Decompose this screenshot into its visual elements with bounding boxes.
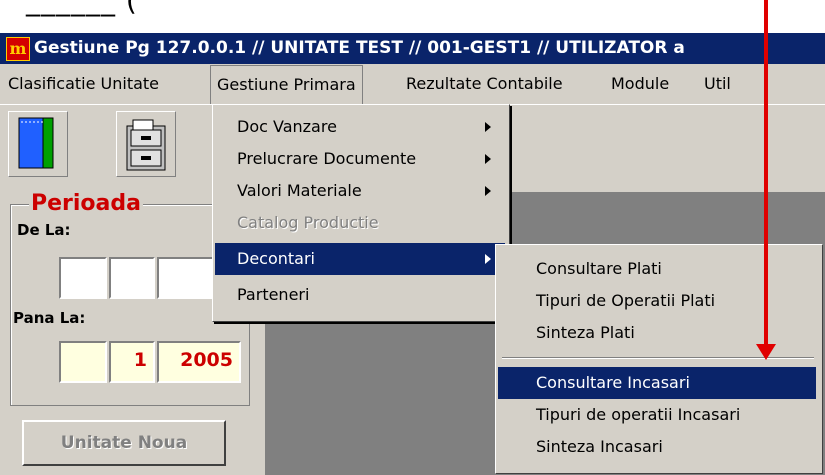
red-arrow-shaft <box>764 0 768 348</box>
to-label: Pana La: <box>13 309 86 327</box>
menu-item-label: Valori Materiale <box>237 181 362 200</box>
submenu-arrow-icon <box>485 186 491 196</box>
menu-item-tipuri-operatii-incasari[interactable]: Tipuri de operatii Incasari <box>498 399 816 431</box>
menu-module[interactable]: Module <box>605 64 675 104</box>
red-arrow-icon <box>756 344 776 360</box>
to-day-field[interactable] <box>59 341 107 383</box>
menu-clasificatie-unitate[interactable]: Clasificatie Unitate <box>2 64 165 104</box>
menu-item-label: Sinteza Plati <box>536 323 635 342</box>
from-label: De La: <box>17 221 71 239</box>
menu-item-consultare-incasari[interactable]: Consultare Incasari <box>498 367 816 399</box>
menu-item-parteneri[interactable]: Parteneri <box>215 279 505 311</box>
menu-item-tipuri-operatii-plati[interactable]: Tipuri de Operatii Plati <box>498 285 816 317</box>
notebook-icon <box>18 117 54 169</box>
from-day-field[interactable] <box>59 257 107 299</box>
menu-rezultate-contabile[interactable]: Rezultate Contabile <box>400 64 569 104</box>
submenu-arrow-icon <box>485 254 491 264</box>
menu-item-label: Prelucrare Documente <box>237 149 417 168</box>
menu-item-valori-materiale[interactable]: Valori Materiale <box>215 175 505 207</box>
menu-item-label: Decontari <box>237 249 315 268</box>
menu-item-label: Sinteza Incasari <box>536 437 663 456</box>
menu-item-catalog-productie: Catalog Productie <box>215 207 505 239</box>
notebook-button[interactable] <box>8 111 68 177</box>
to-month-value: 1 <box>133 349 147 371</box>
to-year-value: 2005 <box>180 349 233 371</box>
annotation-text: ______ ( <box>26 0 138 17</box>
menu-item-label: Consultare Incasari <box>536 373 690 392</box>
menu-item-label: Consultare Plati <box>536 259 662 278</box>
period-title: Perioada <box>29 191 143 216</box>
to-year-field[interactable]: 2005 <box>157 341 241 383</box>
menu-item-consultare-plati[interactable]: Consultare Plati <box>498 253 816 285</box>
menu-item-label: Parteneri <box>237 285 310 304</box>
menu-item-label: Tipuri de Operatii Plati <box>536 291 716 310</box>
gestiune-primara-menu: Doc Vanzare Prelucrare Documente Valori … <box>212 104 510 322</box>
menu-item-label: Catalog Productie <box>237 213 379 232</box>
new-unit-button[interactable]: Unitate Noua <box>22 420 226 466</box>
menu-item-sinteza-incasari[interactable]: Sinteza Incasari <box>498 431 816 463</box>
app-logo-icon: m <box>6 37 30 61</box>
cabinet-button[interactable] <box>116 111 176 177</box>
to-month-field[interactable]: 1 <box>109 341 155 383</box>
menu-item-prelucrare-documente[interactable]: Prelucrare Documente <box>215 143 505 175</box>
menu-item-label: Doc Vanzare <box>237 117 337 136</box>
submenu-arrow-icon <box>485 122 491 132</box>
file-cabinet-icon <box>126 119 166 171</box>
top-annotation: ______ ( <box>0 0 825 28</box>
window-title: Gestiune Pg 127.0.0.1 // UNITATE TEST //… <box>34 38 685 58</box>
submenu-arrow-icon <box>485 154 491 164</box>
menu-gestiune-primara[interactable]: Gestiune Primara <box>210 65 363 104</box>
menu-util[interactable]: Util <box>698 64 737 104</box>
menu-bar: Clasificatie Unitate Gestiune Primara Re… <box>0 64 825 104</box>
title-bar: m Gestiune Pg 127.0.0.1 // UNITATE TEST … <box>0 33 825 64</box>
from-month-field[interactable] <box>109 257 155 299</box>
menu-item-label: Tipuri de operatii Incasari <box>536 405 741 424</box>
menu-item-decontari[interactable]: Decontari <box>215 243 505 275</box>
menu-item-doc-vanzare[interactable]: Doc Vanzare <box>215 111 505 143</box>
